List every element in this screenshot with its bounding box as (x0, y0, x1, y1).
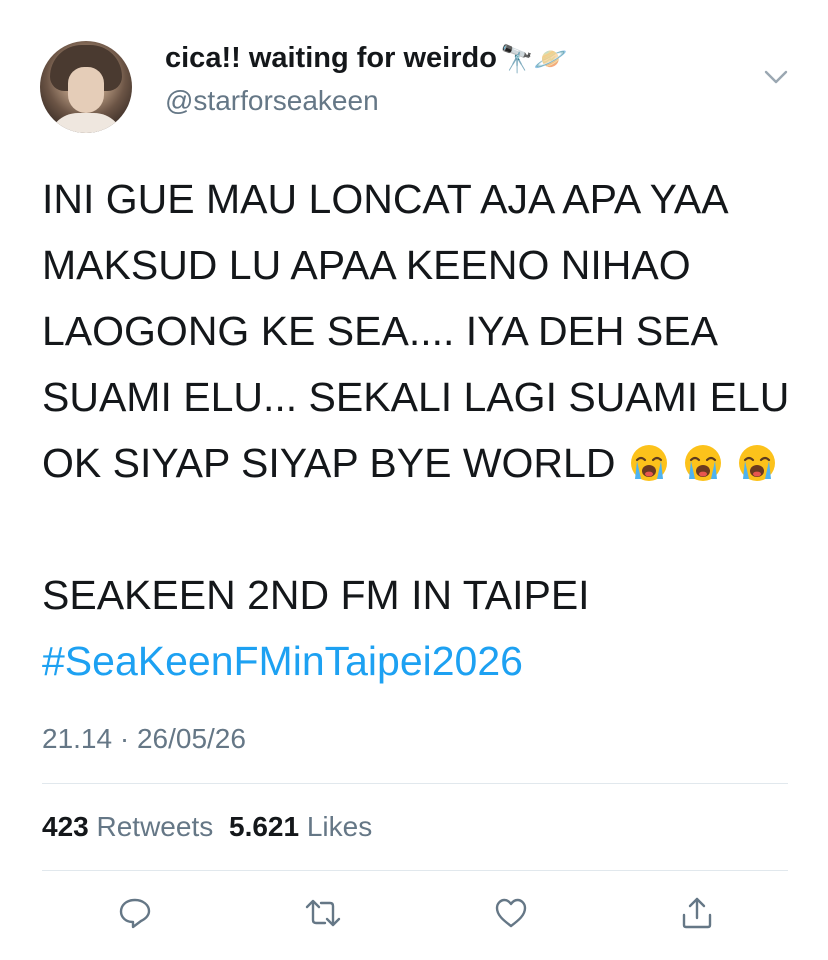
tweet-line-with-emoji: OK SIYAP SIYAP BYE WORLD (42, 430, 802, 496)
event-line: SEAKEEN 2ND FM IN TAIPEI (42, 572, 590, 618)
likes-count[interactable]: 5.621 (229, 811, 299, 842)
tweet-line: LAOGONG KE SEA.... IYA DEH SEA (42, 308, 718, 354)
avatar-shirt (48, 113, 124, 133)
share-button[interactable] (677, 893, 717, 933)
tweet-timestamp: 21.14 · 26/05/26 (42, 723, 246, 754)
display-name-text: cica!! waiting for weirdo (165, 42, 497, 74)
loudly-crying-face-icon (685, 445, 722, 481)
like-icon (495, 898, 527, 928)
retweets-label[interactable]: Retweets (97, 811, 214, 842)
tweet-text: INI GUE MAU LONCAT AJA APA YAA MAKSUD LU… (42, 166, 802, 694)
retweets-count[interactable]: 423 (42, 811, 89, 842)
tweet-line: INI GUE MAU LONCAT AJA APA YAA (42, 176, 729, 222)
reply-icon (119, 898, 151, 929)
tweet-line: SUAMI ELU... SEKALI LAGI SUAMI ELU (42, 374, 790, 420)
hashtag-link[interactable]: #SeaKeenFMinTaipei2026 (42, 628, 802, 694)
tweet-stats: 423 Retweets 5.621 Likes (42, 811, 372, 843)
like-button[interactable] (491, 893, 531, 933)
tweet-line: MAKSUD LU APAA KEENO NIHAO (42, 242, 691, 288)
avatar-face (68, 67, 104, 113)
chevron-down-icon[interactable] (763, 67, 789, 87)
telescope-planet-emoji: 🔭🪐 (499, 43, 568, 75)
divider (42, 783, 788, 784)
loudly-crying-face-icon (631, 445, 668, 481)
reply-button[interactable] (115, 893, 155, 933)
avatar[interactable] (40, 41, 132, 133)
retweet-icon (305, 899, 341, 927)
loudly-crying-face-icon (739, 445, 776, 481)
divider (42, 870, 788, 871)
likes-label[interactable]: Likes (307, 811, 372, 842)
user-handle[interactable]: @starforseakeen (165, 85, 379, 117)
tweet-line: OK SIYAP SIYAP BYE WORLD (42, 440, 616, 486)
share-icon (682, 897, 712, 929)
retweet-button[interactable] (303, 893, 343, 933)
display-name[interactable]: cica!! waiting for weirdo 🔭🪐 (165, 42, 567, 75)
